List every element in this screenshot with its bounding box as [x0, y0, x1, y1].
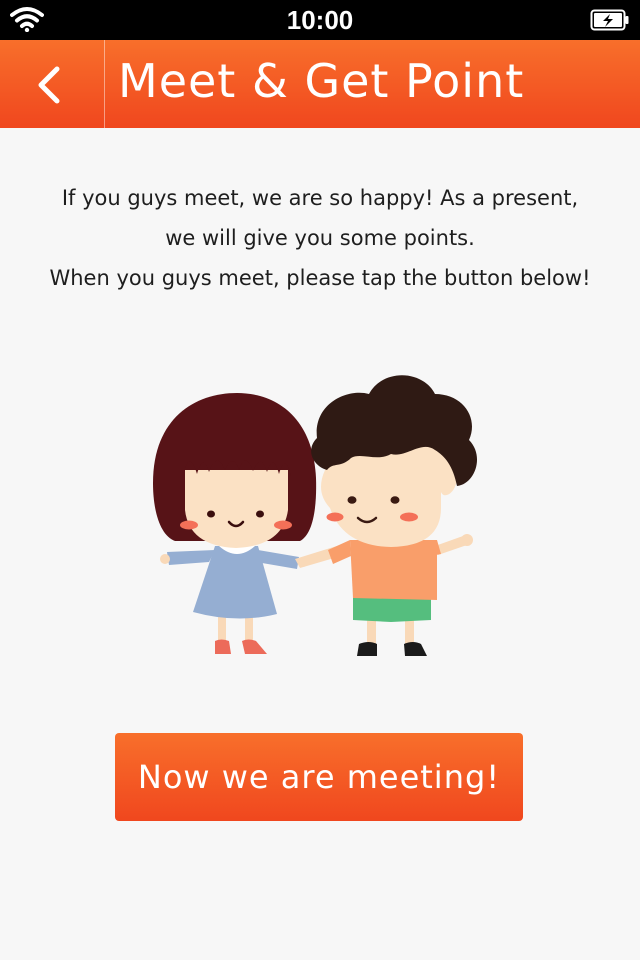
girl-figure [153, 393, 317, 654]
battery-charging-icon [590, 9, 630, 35]
chevron-left-icon [38, 66, 60, 104]
status-time: 10:00 [286, 5, 354, 35]
intro-line: When you guys meet, please tap the butto… [49, 266, 591, 290]
intro-text: If you guys meet, we are so happy! As a … [20, 178, 620, 298]
intro-line: If you guys meet, we are so happy! As a … [61, 186, 579, 210]
page-title: Meet & Get Point [118, 54, 525, 108]
couple-illustration [153, 375, 478, 656]
boy-figure [295, 375, 478, 656]
status-bar: 10:00 [0, 0, 640, 40]
navigation-bar: Meet & Get Point [0, 40, 640, 128]
meeting-button[interactable]: Now we are meeting! [115, 733, 523, 821]
back-button[interactable] [0, 40, 105, 128]
intro-line: we will give you some points. [165, 226, 475, 250]
